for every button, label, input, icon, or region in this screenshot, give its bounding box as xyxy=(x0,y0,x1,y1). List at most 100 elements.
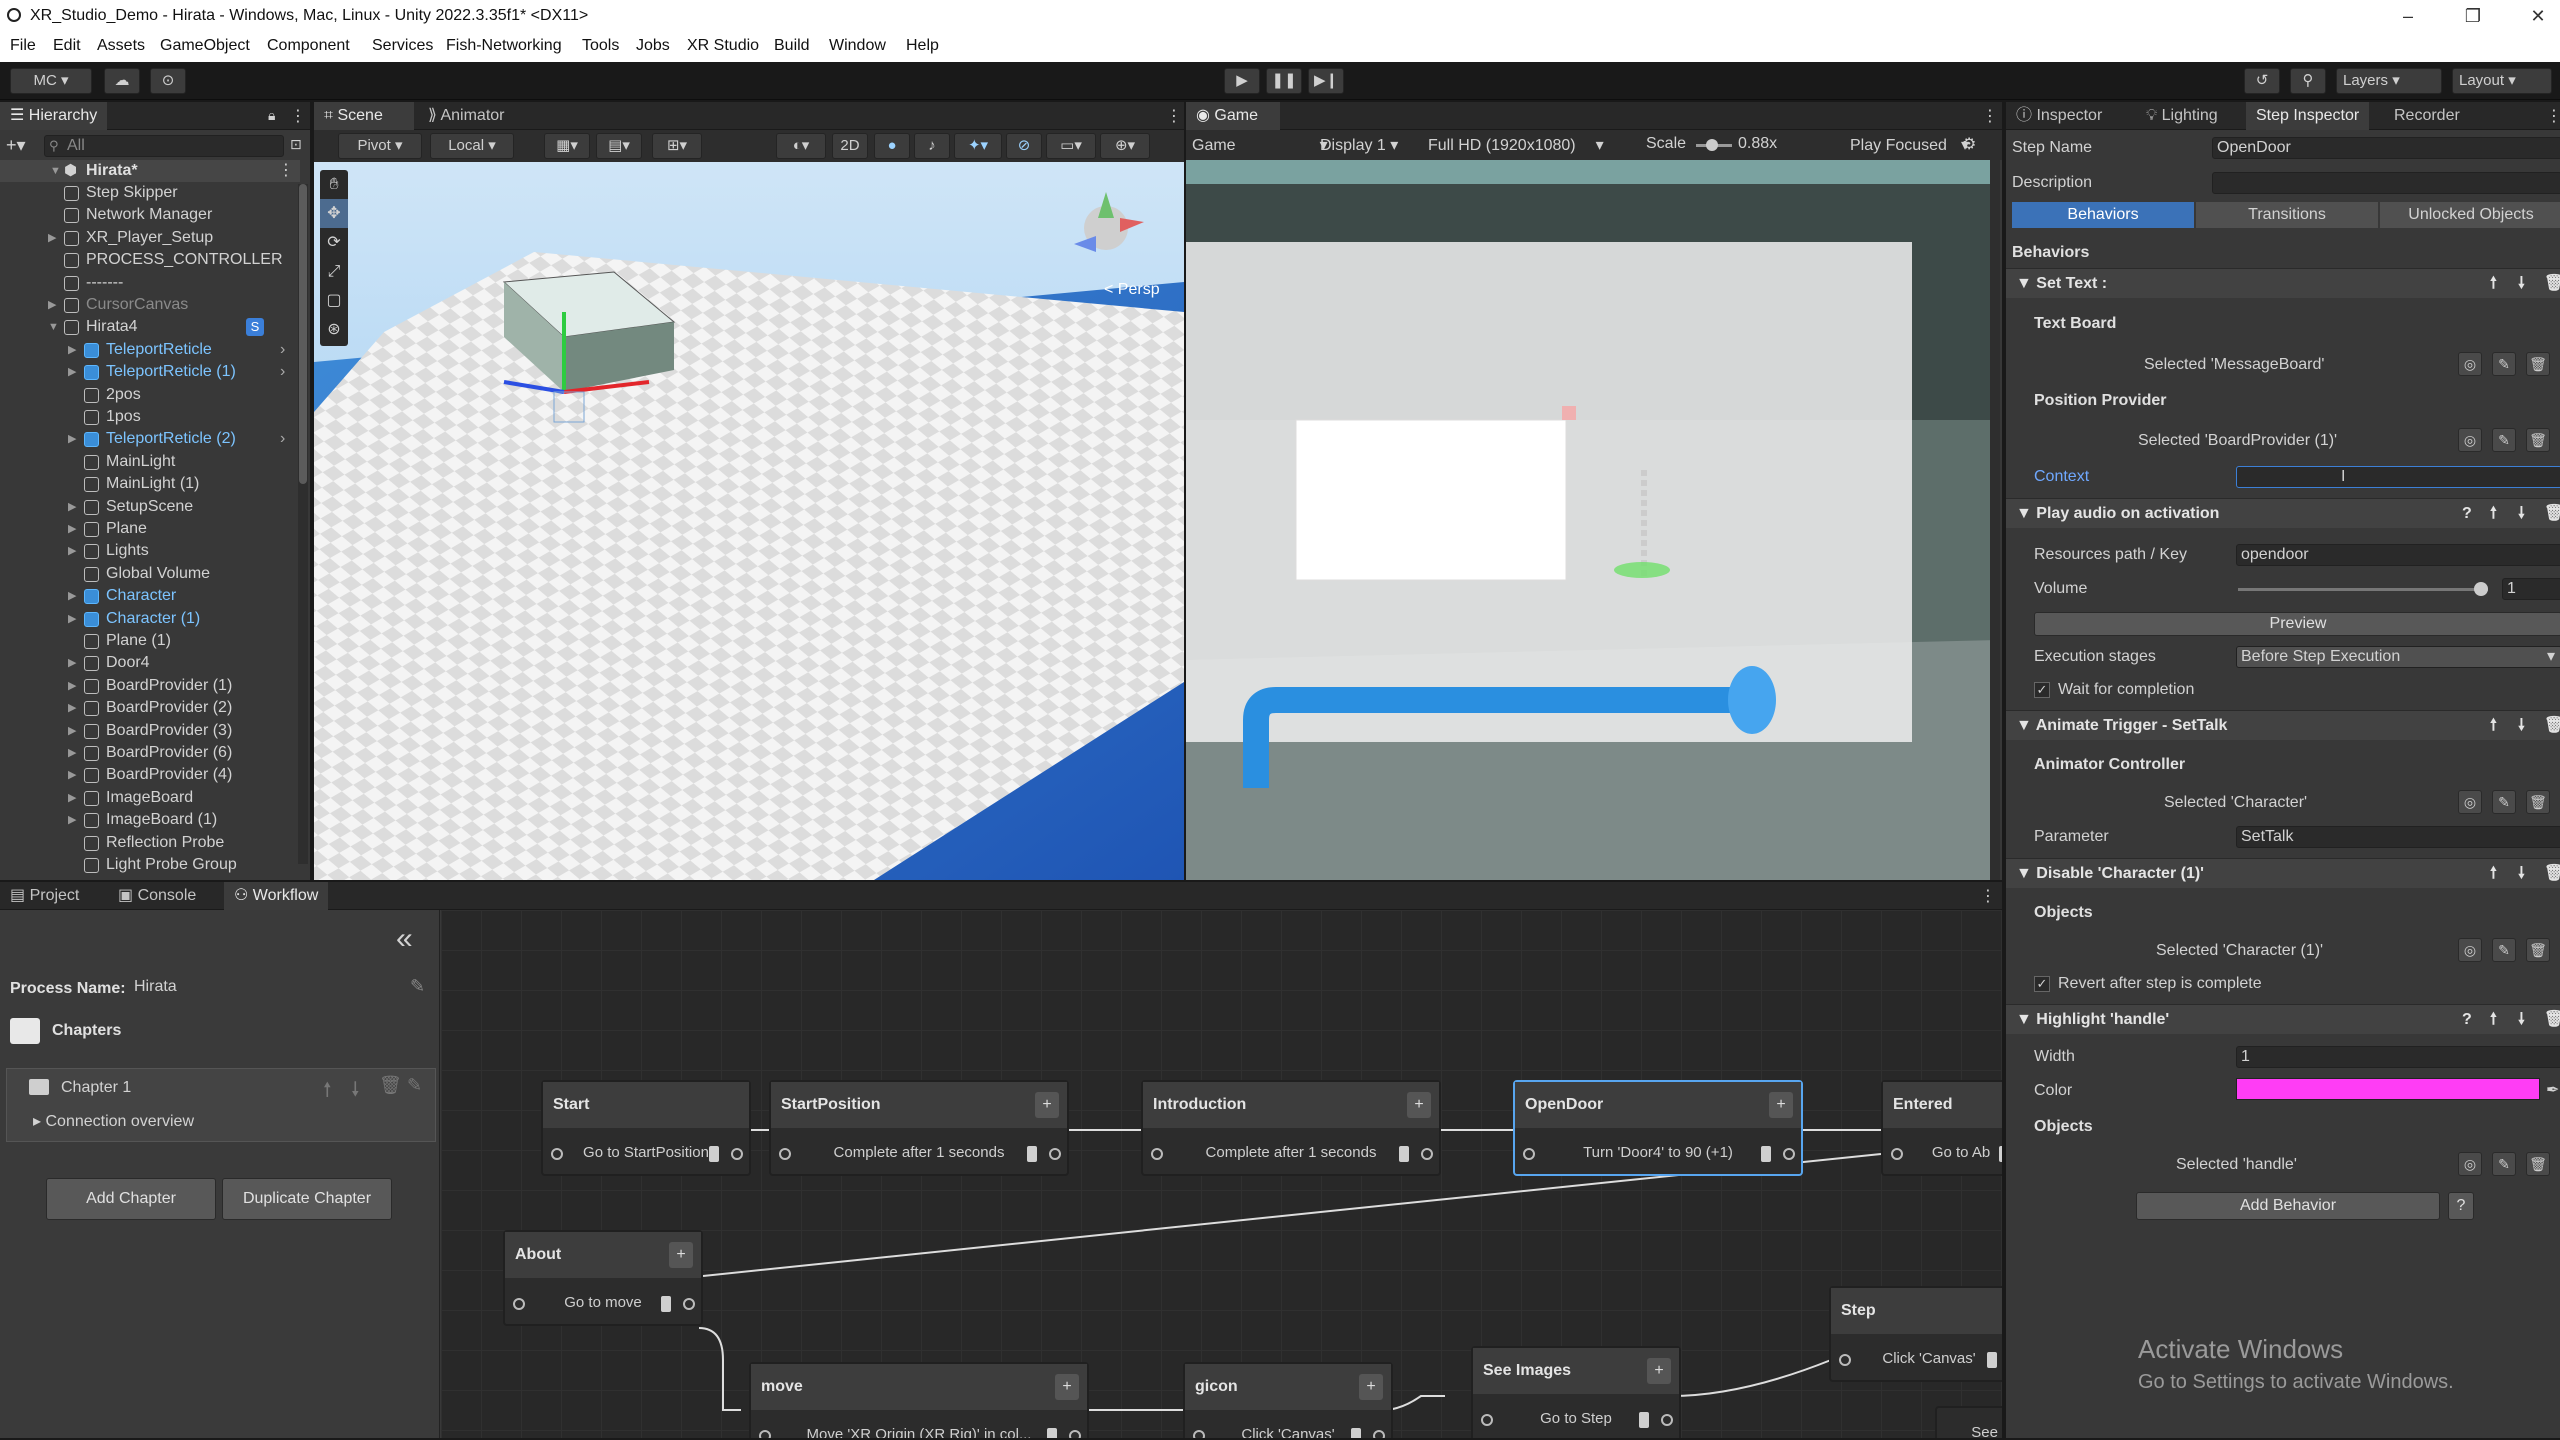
collapse-icon[interactable]: ▼ xyxy=(2006,717,2032,734)
wait-for-completion-checkbox[interactable]: ✓ xyxy=(2034,682,2050,698)
input-port[interactable] xyxy=(1523,1148,1535,1160)
audio-toggle-icon[interactable]: ♪ xyxy=(914,133,950,159)
lighting-toggle-icon[interactable]: ● xyxy=(874,133,910,159)
move-down-icon[interactable]: 🠗 xyxy=(2518,859,2525,889)
account-dropdown[interactable]: MC ▾ xyxy=(10,68,92,94)
hierarchy-item[interactable]: ------- xyxy=(0,272,300,294)
hierarchy-item[interactable]: ▼ Hirata4 S xyxy=(0,316,300,338)
collapse-icon[interactable]: ▼ xyxy=(2006,1011,2032,1028)
edit-icon[interactable]: ✎ xyxy=(2492,938,2516,962)
input-port[interactable] xyxy=(779,1148,791,1160)
workflow-node[interactable]: About + Go to move xyxy=(503,1230,703,1326)
add-transition-button[interactable]: + xyxy=(1359,1374,1383,1400)
execution-stages-dropdown[interactable]: Before Step Execution ▾ xyxy=(2236,646,2560,668)
delete-icon[interactable]: 🗑︎ xyxy=(2526,1152,2550,1176)
collapse-icon[interactable]: ▼ xyxy=(2006,275,2032,292)
scene-more-icon[interactable]: ⋮ xyxy=(278,160,294,182)
hierarchy-item[interactable]: Network Manager xyxy=(0,204,300,226)
hierarchy-scene-root[interactable]: ▼ ⬢ Hirata* ⋮ xyxy=(0,160,300,182)
workflow-node[interactable]: Start Go to StartPosition xyxy=(541,1080,751,1176)
scene-viewport[interactable]: < Persp xyxy=(314,162,1184,880)
add-transition-button[interactable]: + xyxy=(1407,1092,1431,1118)
hierarchy-item[interactable]: ▶ BoardProvider (3) xyxy=(0,720,300,742)
target-icon[interactable]: ◎ xyxy=(2458,428,2482,452)
add-object-button[interactable]: +▾ xyxy=(6,135,36,157)
delete-icon[interactable]: 🗑︎ xyxy=(379,1075,402,1096)
pivot-dropdown[interactable]: Pivot ▾ xyxy=(338,133,422,159)
game-view-dropdown[interactable]: Game ▾ xyxy=(1192,135,1328,155)
display-dropdown[interactable]: Display 1 ▾ xyxy=(1320,135,1398,155)
expand-icon[interactable]: ▶ xyxy=(68,809,80,831)
menu-build[interactable]: Build xyxy=(774,37,810,55)
delete-transition-icon[interactable] xyxy=(1987,1352,1997,1368)
hierarchy-item[interactable]: Step Skipper xyxy=(0,182,300,204)
delete-icon[interactable]: 🗑︎ xyxy=(2544,859,2560,889)
workflow-node[interactable]: Entered Go to Ab xyxy=(1881,1080,2002,1176)
menu-component[interactable]: Component xyxy=(267,37,350,55)
hierarchy-item[interactable]: MainLight xyxy=(0,451,300,473)
preview-button[interactable]: Preview xyxy=(2034,612,2560,636)
menu-services[interactable]: Services xyxy=(372,37,433,55)
target-icon[interactable]: ◎ xyxy=(2458,790,2482,814)
open-prefab-icon[interactable]: › xyxy=(280,428,285,450)
move-down-icon[interactable]: 🠗 xyxy=(2518,1005,2525,1035)
menu-file[interactable]: File xyxy=(10,37,36,55)
volume-input[interactable]: 1 xyxy=(2502,578,2560,600)
hierarchy-item[interactable]: ▶ Door4 xyxy=(0,652,300,674)
grid-snap-icon[interactable]: ▦▾ xyxy=(544,133,590,159)
expand-icon[interactable]: ▶ xyxy=(68,518,80,540)
tab-scene[interactable]: ⌗ Scene xyxy=(314,102,414,130)
expand-icon[interactable]: ▶ xyxy=(68,764,80,786)
behavior-set-text[interactable]: ▼ Set Text : 🠕 🠗 🗑︎ xyxy=(2006,268,2560,298)
layout-dropdown[interactable]: Layout ▾ xyxy=(2452,68,2552,94)
workflow-node[interactable]: See Images + Go to Step xyxy=(1471,1346,1681,1438)
input-port[interactable] xyxy=(1481,1414,1493,1426)
collapse-pane-button[interactable]: « xyxy=(396,924,413,954)
lock-icon[interactable]: 🔒︎ xyxy=(268,107,275,124)
move-down-icon[interactable]: 🠗 xyxy=(2518,711,2525,741)
collapse-icon[interactable]: ▼ xyxy=(2006,505,2032,522)
expand-icon[interactable]: ▶ xyxy=(68,608,80,630)
target-icon[interactable]: ◎ xyxy=(2458,352,2482,376)
shading-mode-icon[interactable]: ◐▾ xyxy=(776,133,826,159)
tab-animator[interactable]: ⟫ Animator xyxy=(418,102,515,130)
input-port[interactable] xyxy=(1193,1430,1205,1438)
delete-transition-icon[interactable] xyxy=(1761,1146,1771,1162)
delete-transition-icon[interactable] xyxy=(1399,1146,1409,1162)
hierarchy-item[interactable]: ▶ Character (1) xyxy=(0,608,300,630)
rotate-tool-icon[interactable]: ⟳ xyxy=(320,228,348,257)
context-input[interactable]: I xyxy=(2236,466,2560,488)
input-port[interactable] xyxy=(759,1430,771,1438)
delete-icon[interactable]: 🗑︎ xyxy=(2526,428,2550,452)
hierarchy-item[interactable]: ▶ TeleportReticle › xyxy=(0,339,300,361)
target-icon[interactable]: ◎ xyxy=(2458,1152,2482,1176)
scene-visibility-icon[interactable]: ⊡ xyxy=(290,136,302,153)
expand-icon[interactable]: ▶ xyxy=(48,294,60,316)
hierarchy-item[interactable]: 2pos xyxy=(0,384,300,406)
tab-workflow[interactable]: ⚇ Workflow xyxy=(224,882,329,910)
persp-label[interactable]: < Persp xyxy=(1104,281,1160,298)
subtab-unlocked-objects[interactable]: Unlocked Objects xyxy=(2380,202,2560,228)
move-up-icon[interactable]: 🠕 xyxy=(323,1075,332,1109)
snap-increment-icon[interactable]: ▤▾ xyxy=(596,133,642,159)
tab-hierarchy[interactable]: ☰ Hierarchy xyxy=(0,102,108,130)
scale-slider[interactable] xyxy=(1696,139,1732,151)
move-up-icon[interactable]: 🠕 xyxy=(2490,499,2497,529)
target-icon[interactable]: ◎ xyxy=(2458,938,2482,962)
menu-assets[interactable]: Assets xyxy=(97,37,145,55)
menu-tools[interactable]: Tools xyxy=(582,37,619,55)
expand-icon[interactable]: ▶ xyxy=(68,720,80,742)
help-icon[interactable]: ? xyxy=(2462,1005,2472,1035)
edit-icon[interactable]: ✎ xyxy=(407,1075,422,1096)
tab-inspector[interactable]: ⓘ Inspector xyxy=(2006,102,2112,130)
move-down-icon[interactable]: 🠗 xyxy=(2518,499,2525,529)
expand-icon[interactable]: ▶ xyxy=(48,227,60,249)
open-prefab-icon[interactable]: › xyxy=(280,339,285,361)
delete-icon[interactable]: 🗑︎ xyxy=(2526,790,2550,814)
close-button[interactable]: ✕ xyxy=(2520,2,2556,30)
node-transition[interactable]: Complete after 1 seconds xyxy=(1143,1130,1439,1176)
delete-icon[interactable]: 🗑︎ xyxy=(2544,499,2560,529)
ruler-icon[interactable]: ⊞▾ xyxy=(652,133,702,159)
menu-edit[interactable]: Edit xyxy=(53,37,81,55)
connection-overview[interactable]: ▸ Connection overview xyxy=(33,1111,194,1131)
